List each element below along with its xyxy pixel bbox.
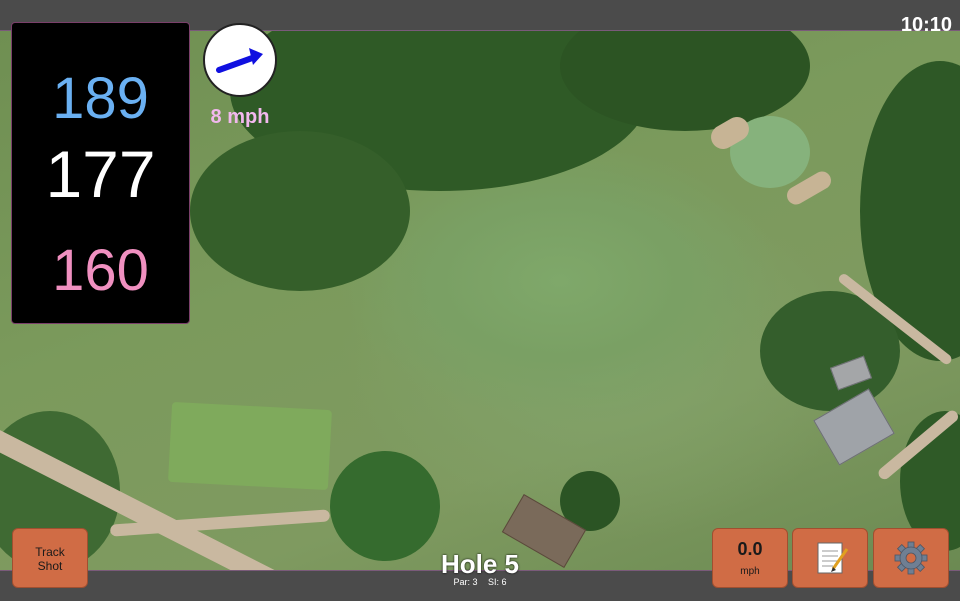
hole-title: Hole 5 [440, 549, 520, 579]
gear-icon [894, 541, 928, 575]
wind-indicator[interactable] [203, 23, 277, 97]
speed-value: 0.0 [737, 539, 763, 559]
middle-yardage: 177 [45, 137, 156, 211]
hole-details: Par: 3 SI: 6 [380, 577, 580, 587]
notes-icon [817, 542, 849, 574]
back-yardage: 189 [52, 66, 149, 131]
yardage-panel: 189 177 160 [11, 22, 190, 324]
speed-button[interactable]: 0.0 mph [712, 528, 788, 588]
wind-arrow-icon [216, 48, 263, 73]
track-shot-label-line1: Track [35, 545, 65, 559]
track-shot-label-line2: Shot [37, 559, 63, 573]
settings-button[interactable] [873, 528, 949, 588]
front-yardage: 160 [52, 238, 149, 303]
wind-speed-label: 8 mph [210, 106, 270, 128]
hole-stroke-index: SI: 6 [488, 577, 507, 587]
tee-box [168, 401, 332, 491]
track-shot-button[interactable]: Track Shot [12, 528, 88, 588]
tree-cluster [330, 451, 440, 561]
notes-button[interactable] [792, 528, 868, 588]
speed-unit: mph [740, 566, 760, 577]
tree-cluster [190, 131, 410, 291]
hole-par: Par: 3 [453, 577, 478, 587]
